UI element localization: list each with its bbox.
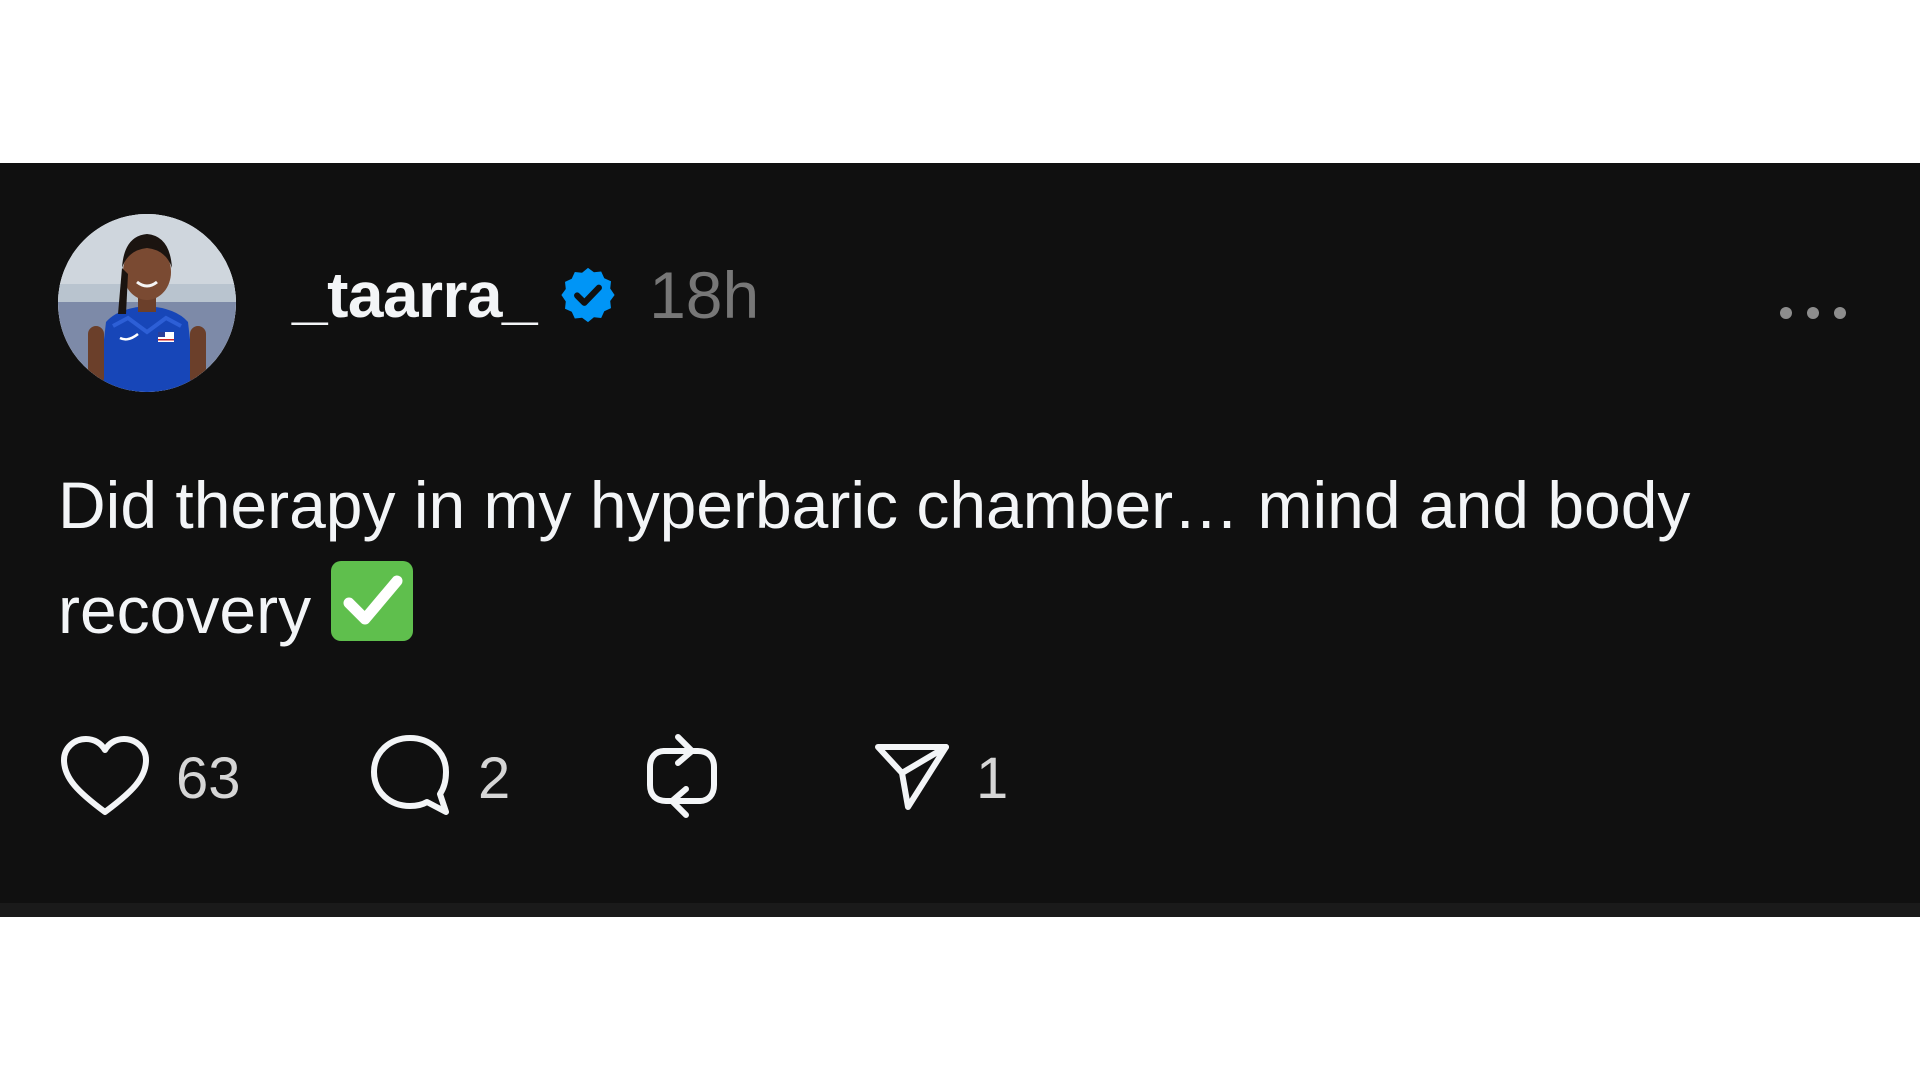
post-text-line-2: recovery xyxy=(58,573,312,647)
like-button[interactable]: 63 xyxy=(58,728,241,828)
post-timestamp: 18h xyxy=(649,258,760,332)
post-text-line: recovery xyxy=(58,558,1858,663)
dot xyxy=(1807,307,1819,319)
repost-icon xyxy=(638,729,726,828)
share-count: 1 xyxy=(976,745,1009,811)
paper-plane-icon xyxy=(872,739,952,818)
dot xyxy=(1834,307,1846,319)
dot xyxy=(1780,307,1792,319)
share-button[interactable]: 1 xyxy=(872,728,1008,828)
more-options-icon[interactable] xyxy=(1780,293,1846,333)
divider xyxy=(0,903,1920,917)
avatar[interactable] xyxy=(58,214,236,392)
reply-button[interactable]: 2 xyxy=(366,728,510,828)
profile-photo-icon xyxy=(58,214,236,392)
post-text-line: Did therapy in my hyperbaric chamber… mi… xyxy=(58,468,1691,542)
check-mark-emoji-icon xyxy=(331,561,414,641)
verified-badge-icon xyxy=(557,264,619,326)
like-count: 63 xyxy=(176,745,241,811)
username[interactable]: _taarra_ xyxy=(292,258,538,332)
repost-button[interactable] xyxy=(638,728,750,828)
reply-count: 2 xyxy=(478,745,511,811)
post-actions: 63 2 1 xyxy=(58,728,1458,828)
post-text: Did therapy in my hyperbaric chamber… mi… xyxy=(58,453,1858,663)
speech-bubble-icon xyxy=(366,730,454,827)
thread-post: _taarra_ 18h Did therapy in my hyperbari… xyxy=(0,163,1920,903)
post-header: _taarra_ 18h xyxy=(292,255,759,335)
heart-icon xyxy=(58,734,152,823)
